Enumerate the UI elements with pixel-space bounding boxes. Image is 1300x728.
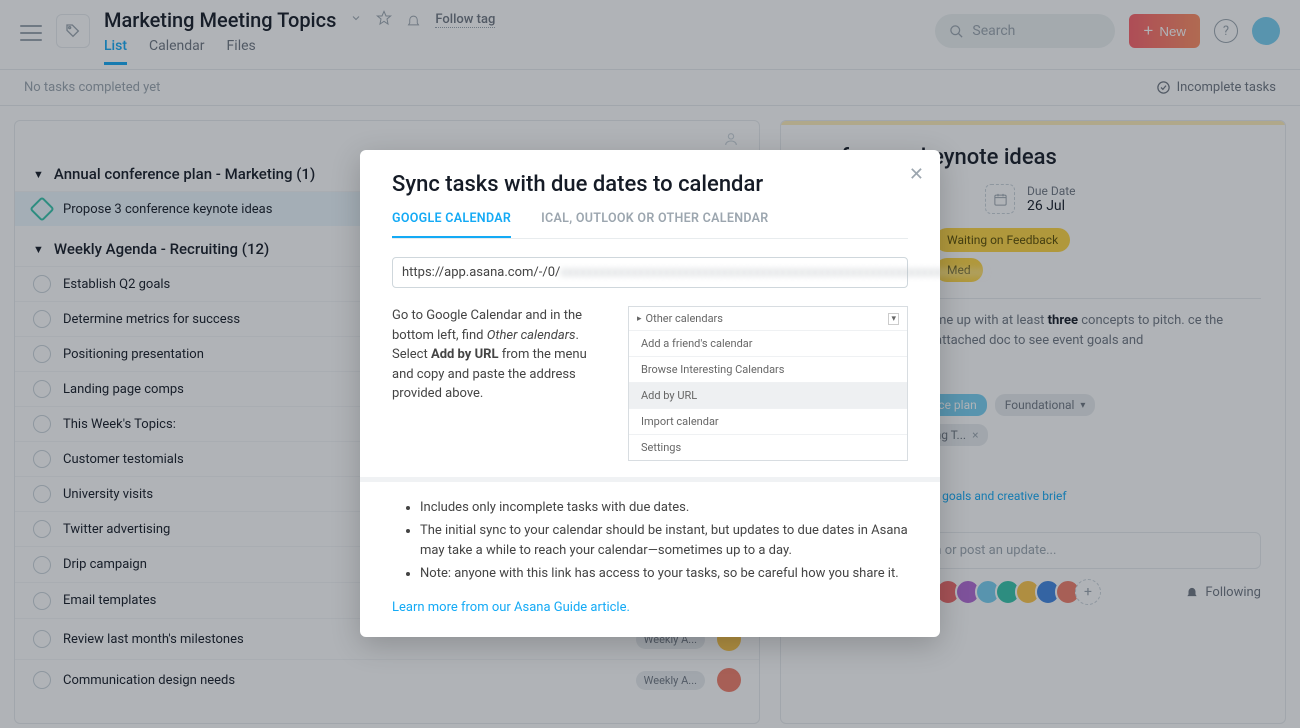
- example-menu: ▸Other calendars▾ Add a friend's calenda…: [628, 306, 908, 461]
- modal-tab-ical[interactable]: ICAL, OUTLOOK OR OTHER CALENDAR: [541, 211, 768, 238]
- sync-notes-list: Includes only incomplete tasks with due …: [392, 498, 908, 585]
- sync-url-input[interactable]: https://app.asana.com/-/0/xxxxxxxxxxxxxx…: [392, 257, 908, 288]
- modal-title: Sync tasks with due dates to calendar: [392, 172, 908, 197]
- sync-calendar-modal: ✕ Sync tasks with due dates to calendar …: [360, 150, 940, 637]
- close-icon[interactable]: ✕: [909, 164, 924, 185]
- sync-instructions: Go to Google Calendar and in the bottom …: [392, 306, 610, 404]
- learn-more-link[interactable]: Learn more from our Asana Guide article.: [392, 600, 630, 615]
- modal-tab-google[interactable]: GOOGLE CALENDAR: [392, 211, 511, 238]
